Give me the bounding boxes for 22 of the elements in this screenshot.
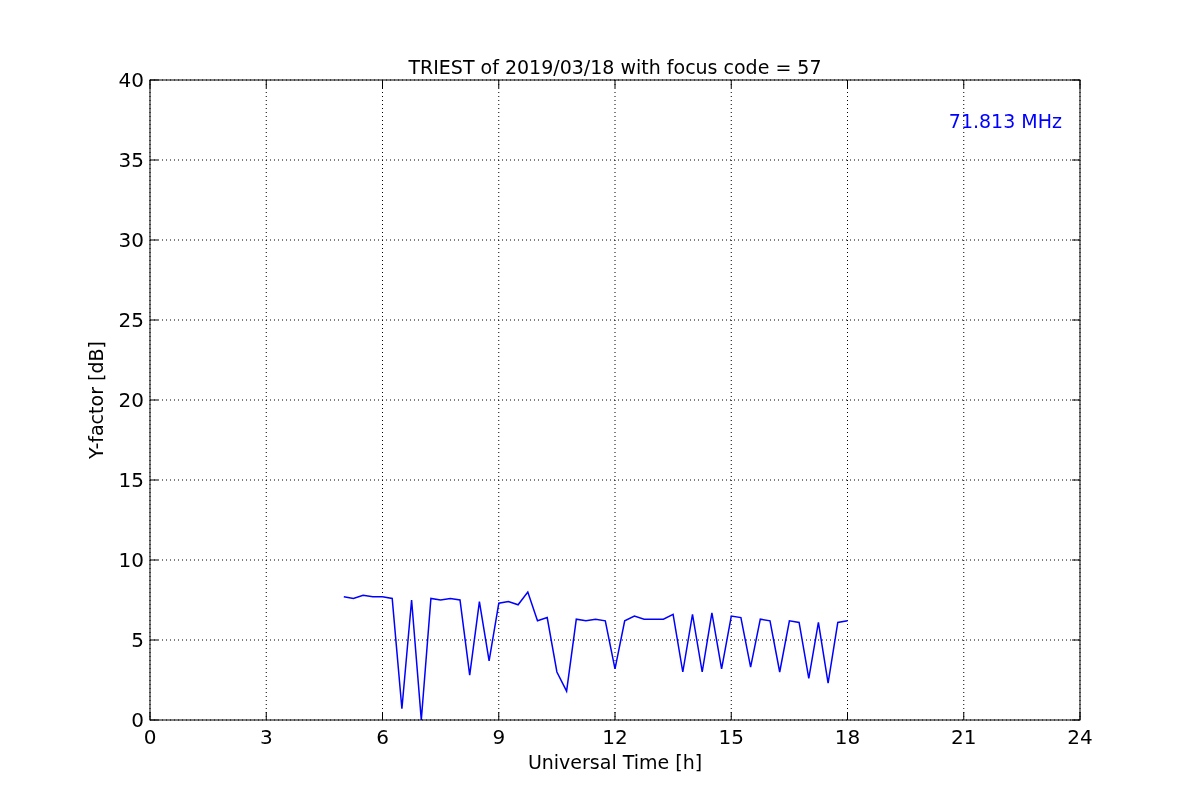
frequency-label: 71.813 MHz <box>948 110 1062 132</box>
x-tick-label: 0 <box>143 725 157 749</box>
x-tick-label: 3 <box>259 725 273 749</box>
x-tick-label: 18 <box>834 725 861 749</box>
y-tick-label: 25 <box>118 308 144 332</box>
x-tick-label: 6 <box>376 725 389 749</box>
y-axis-label: Y-factor [dB] <box>85 341 107 459</box>
chart-title: TRIEST of 2019/03/18 with focus code = 57 <box>408 56 822 78</box>
x-tick-label: 9 <box>492 725 506 749</box>
y-tick-label: 10 <box>118 548 144 572</box>
y-tick-label: 30 <box>118 228 144 252</box>
x-tick-label: 12 <box>602 725 628 749</box>
y-tick-label: 15 <box>118 468 144 492</box>
x-tick-label: 21 <box>951 725 977 749</box>
x-axis-label: Universal Time [h] <box>527 751 703 773</box>
y-tick-label: 35 <box>118 148 144 172</box>
x-tick-label: 15 <box>718 725 744 749</box>
y-tick-label: 40 <box>118 68 144 92</box>
y-tick-label: 0 <box>131 708 144 732</box>
y-tick-label: 5 <box>131 628 144 652</box>
y-tick-label: 20 <box>118 388 144 412</box>
x-tick-label: 24 <box>1067 725 1093 749</box>
